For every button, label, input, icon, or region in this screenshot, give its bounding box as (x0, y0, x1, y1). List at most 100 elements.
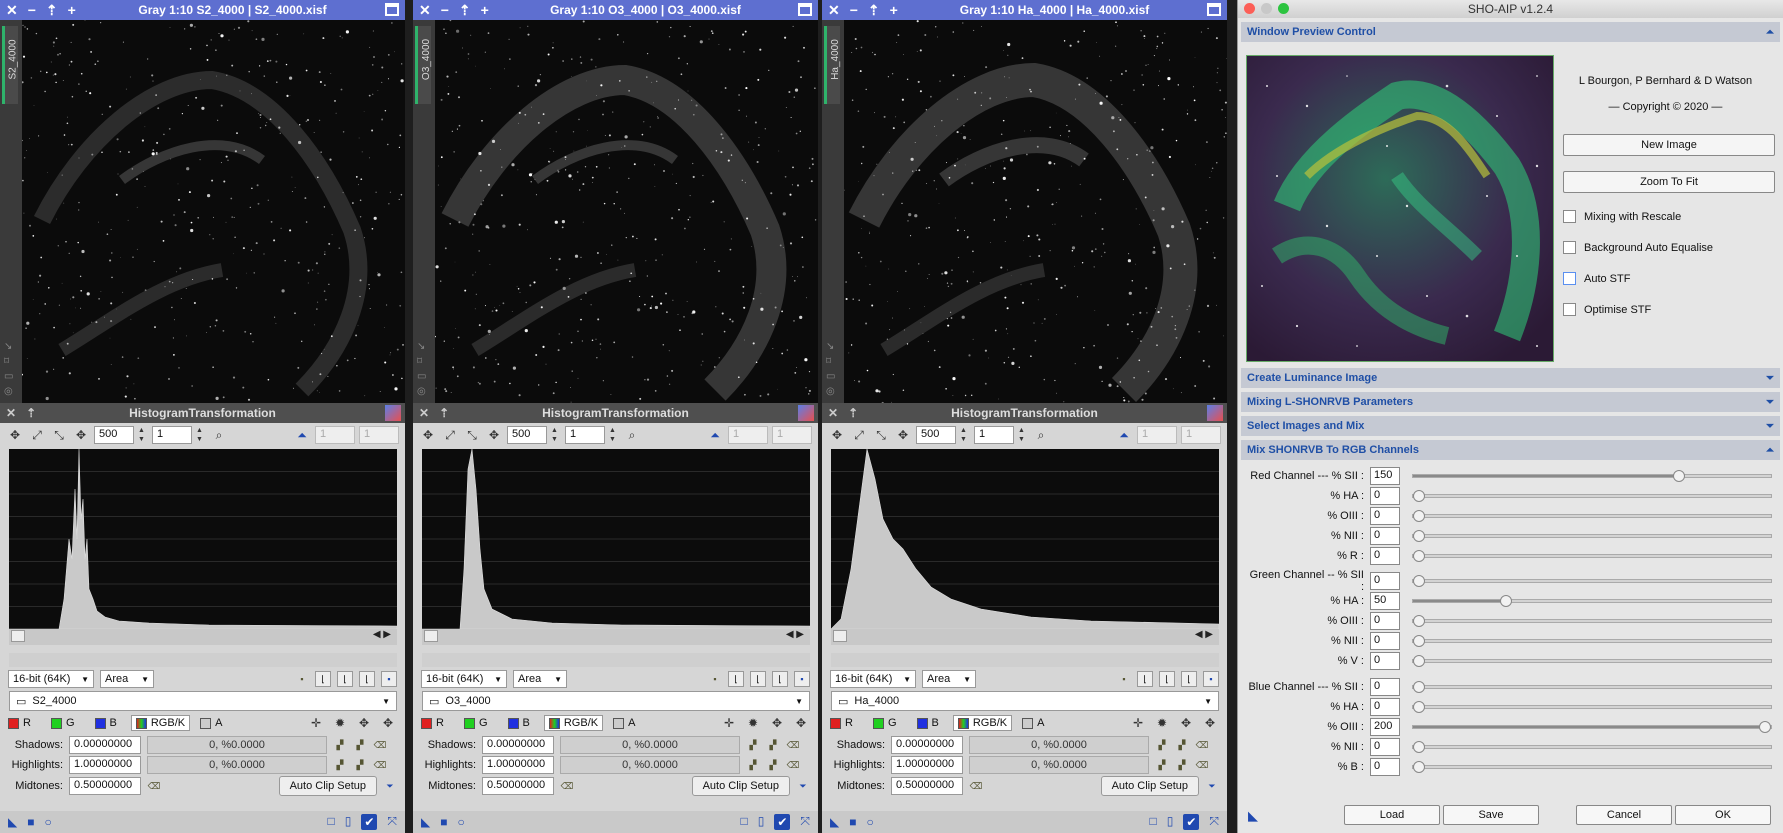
horizontal-zoom-input[interactable]: 500 (916, 426, 956, 444)
section-mixing-parameters[interactable]: Mixing L-SHONRVB Parameters ⏷ (1241, 392, 1780, 412)
vertical-zoom-input[interactable]: 1 (974, 426, 1014, 444)
mix-value-input[interactable]: 0 (1370, 758, 1400, 776)
minimize-icon[interactable]: − (28, 2, 36, 19)
mix-slider[interactable] (1412, 530, 1772, 542)
close-icon[interactable]: ✕ (6, 2, 18, 19)
move-icon[interactable]: ✥ (768, 714, 786, 732)
up-arrow-icon[interactable]: ⏶ (293, 426, 311, 444)
crosshair-icon[interactable]: ✛ (307, 714, 325, 732)
channel-rgbk[interactable]: RGB/K (130, 715, 191, 731)
channel-g[interactable]: G (872, 717, 897, 729)
reset-icon[interactable]: ⌫ (1195, 740, 1209, 751)
clip2-icon[interactable]: ▞ (766, 740, 780, 751)
load-button[interactable]: Load (1344, 805, 1440, 825)
plus-icon[interactable]: + (890, 2, 898, 19)
mix-value-input[interactable]: 0 (1370, 572, 1400, 590)
move-icon[interactable]: ✥ (485, 426, 503, 444)
clip-icon[interactable]: ▞ (1155, 740, 1169, 751)
vertical-zoom-input[interactable]: 1 (565, 426, 605, 444)
apply-check-icon[interactable]: ✔ (361, 814, 378, 830)
image-window-titlebar[interactable]: ✕ − ⇡ + Gray 1:10 Ha_4000 | Ha_4000.xisf (822, 0, 1227, 20)
minimize-dot-icon[interactable] (1261, 3, 1272, 14)
apply-check-icon[interactable]: ✔ (1183, 814, 1200, 830)
slider-knob[interactable] (1413, 635, 1425, 647)
view-select[interactable]: ▭ O3_4000 ▼ (422, 691, 810, 711)
graph-style3-icon[interactable]: ⌊ (1181, 671, 1197, 687)
section-select-images[interactable]: Select Images and Mix ⏷ (1241, 416, 1780, 436)
mix-slider[interactable] (1412, 595, 1772, 607)
channel-r[interactable]: R (421, 717, 444, 729)
move-icon[interactable]: ✥ (792, 714, 810, 732)
crosshair-icon[interactable]: ⌑ (4, 356, 13, 367)
slider-knob[interactable] (1413, 655, 1425, 667)
mix-slider[interactable] (1412, 550, 1772, 562)
mix-slider[interactable] (1412, 615, 1772, 627)
mix-value-input[interactable]: 0 (1370, 527, 1400, 545)
reset-icon[interactable]: ⤧ (1209, 814, 1219, 830)
reset-icon[interactable]: ⌫ (373, 740, 387, 751)
graph-style-icon[interactable]: ⌊ (1137, 671, 1153, 687)
arrow-icon[interactable]: ↘ (4, 341, 13, 352)
clip2-icon[interactable]: ▞ (766, 760, 780, 771)
section-mix-channels[interactable]: Mix SHONRVB To RGB Channels ⏶ (1241, 440, 1780, 460)
reset-icon[interactable]: ⌫ (1195, 760, 1209, 771)
layers-icon[interactable]: ▭ (826, 371, 835, 382)
clip2-icon[interactable]: ▞ (1175, 740, 1189, 751)
channel-g[interactable]: G (50, 717, 75, 729)
bitdepth-select[interactable]: 16-bit (64K) ▼ (8, 670, 94, 688)
shade-icon[interactable]: ⇡ (459, 2, 471, 19)
mode-select[interactable]: Area ▼ (513, 670, 567, 688)
scroll-thumb[interactable] (833, 630, 847, 642)
reset-icon[interactable]: ⌫ (560, 781, 574, 792)
histogram-titlebar[interactable]: ✕ ⇡ HistogramTransformation (0, 403, 405, 423)
scroll-arrows-icon[interactable]: ◀ ▶ (786, 629, 804, 640)
graph-select-icon[interactable]: ▪ (794, 671, 810, 687)
log-icon[interactable]: ▪ (708, 674, 722, 684)
layers-icon[interactable]: ▭ (417, 371, 426, 382)
shade-icon[interactable]: ⇡ (868, 2, 880, 19)
target-icon[interactable]: ◎ (417, 386, 426, 397)
reset-icon[interactable]: ⤧ (800, 814, 810, 830)
gear-icon[interactable]: ✹ (1153, 714, 1171, 732)
graph-style-icon[interactable]: ⌊ (315, 671, 331, 687)
clip-icon[interactable]: ▞ (333, 740, 347, 751)
bitdepth-select[interactable]: 16-bit (64K) ▼ (421, 670, 507, 688)
channel-rgbk[interactable]: RGB/K (543, 715, 604, 731)
minimize-icon[interactable]: − (441, 2, 449, 19)
mode-select[interactable]: Area ▼ (922, 670, 976, 688)
reset-icon[interactable]: ⌫ (373, 760, 387, 771)
arrow-icon[interactable]: ↘ (417, 341, 426, 352)
apply-check-icon[interactable]: ✔ (774, 814, 791, 830)
mix-value-input[interactable]: 0 (1370, 652, 1400, 670)
crosshair-icon[interactable]: ⌑ (826, 356, 835, 367)
slider-knob[interactable] (1413, 510, 1425, 522)
new-instance-icon[interactable]: ◣ (830, 815, 839, 829)
graph-style2-icon[interactable]: ⌊ (337, 671, 353, 687)
checkbox-background-equalise[interactable]: Background Auto Equalise (1563, 241, 1713, 254)
reset-icon[interactable]: ⤧ (387, 814, 397, 830)
process-icon[interactable] (1207, 405, 1223, 421)
auto-clip-setup-button[interactable]: Auto Clip Setup (278, 776, 377, 796)
histogram-graph[interactable] (9, 449, 397, 629)
new-instance-icon[interactable]: ◣ (421, 815, 430, 829)
checkbox-auto-stf[interactable]: Auto STF (1563, 272, 1630, 285)
mix-slider[interactable] (1412, 470, 1772, 482)
spin-icon[interactable]: ▲ ▼ (551, 426, 561, 444)
mix-value-input[interactable]: 0 (1370, 547, 1400, 565)
slider-knob[interactable] (1413, 741, 1425, 753)
graph-select-icon[interactable]: ▪ (381, 671, 397, 687)
image-window[interactable]: ✕ − ⇡ + Gray 1:10 S2_4000 | S2_4000.xisf… (0, 0, 405, 403)
image-window[interactable]: ✕ − ⇡ + Gray 1:10 Ha_4000 | Ha_4000.xisf… (822, 0, 1227, 403)
process-icon[interactable] (798, 405, 814, 421)
clip-icon[interactable]: ▞ (333, 760, 347, 771)
move-icon[interactable]: ✥ (355, 714, 373, 732)
highlights-input[interactable]: 1.00000000 (482, 756, 554, 774)
target-icon[interactable]: ◎ (4, 386, 13, 397)
shadows-input[interactable]: 0.00000000 (69, 736, 141, 754)
mode-select[interactable]: Area ▼ (100, 670, 154, 688)
checkbox-optimise-stf[interactable]: Optimise STF (1563, 303, 1651, 316)
view-tab[interactable]: Ha_4000 (824, 26, 841, 104)
reset-icon[interactable]: ⌫ (786, 760, 800, 771)
close-dot-icon[interactable] (1244, 3, 1255, 14)
expand-icon[interactable]: ⏷ (796, 781, 810, 792)
